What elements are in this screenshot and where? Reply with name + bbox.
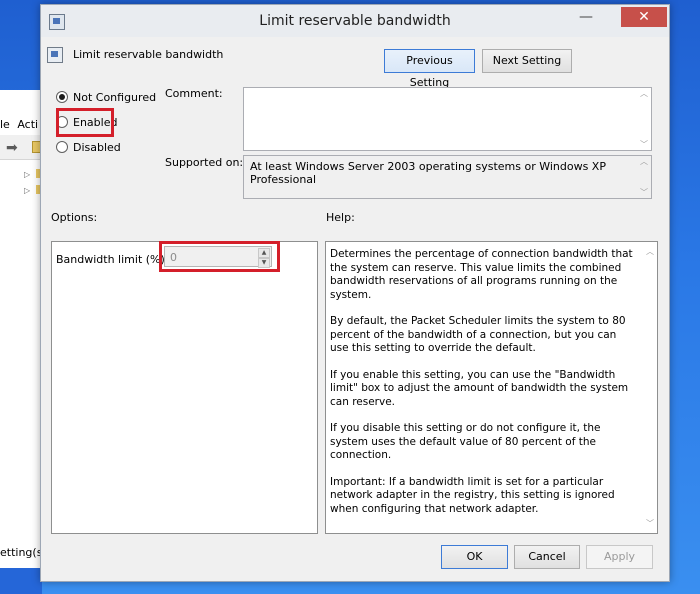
bandwidth-limit-label: Bandwidth limit (%): <box>56 253 169 266</box>
desktop-strip <box>0 568 42 594</box>
scroll-down-icon[interactable]: ﹀ <box>646 518 654 529</box>
help-paragraph: Important: If a bandwidth limit is set f… <box>330 475 615 515</box>
background-menu-item[interactable]: Acti <box>17 118 38 131</box>
background-menu-item[interactable]: le <box>0 118 10 131</box>
forward-arrow-icon[interactable]: ➡ <box>6 140 18 156</box>
options-pane: Bandwidth limit (%): 0 ▲ ▼ <box>51 241 318 534</box>
comment-textarea[interactable]: ︿ ﹀ <box>243 87 652 151</box>
scroll-down-icon[interactable]: ﹀ <box>640 187 648 198</box>
supported-on-value: At least Windows Server 2003 operating s… <box>250 160 606 186</box>
radio-not-configured[interactable]: Not Configured <box>56 88 156 106</box>
supported-scrollbar[interactable]: ︿ ﹀ <box>637 156 651 198</box>
comment-label: Comment: <box>165 87 223 100</box>
ok-button[interactable]: OK <box>441 545 508 569</box>
tree-expand-icon[interactable]: ▷ <box>24 170 30 179</box>
setting-name: Limit reservable bandwidth <box>73 48 224 61</box>
enabled-highlight-box <box>56 108 114 137</box>
scroll-down-icon[interactable]: ﹀ <box>640 139 648 150</box>
apply-button[interactable]: Apply <box>586 545 653 569</box>
previous-setting-button[interactable]: Previous Setting <box>384 49 475 89</box>
help-paragraph: If you enable this setting, you can use … <box>330 368 629 408</box>
radio-button[interactable] <box>56 91 68 103</box>
help-paragraph: Determines the percentage of connection … <box>330 248 633 301</box>
policy-icon <box>47 47 63 63</box>
background-menu: le Acti <box>0 118 42 131</box>
comment-scrollbar[interactable]: ︿ ﹀ <box>637 88 651 150</box>
help-pane: Determines the percentage of connection … <box>325 241 658 534</box>
radio-label: Not Configured <box>73 90 157 104</box>
supported-on-label: Supported on: <box>165 156 244 169</box>
next-setting-button[interactable]: Next Setting <box>482 49 572 73</box>
help-paragraph: By default, the Packet Scheduler limits … <box>330 315 626 354</box>
options-label: Options: <box>51 211 98 224</box>
background-toolbar: ➡ <box>0 135 43 160</box>
supported-on-field: At least Windows Server 2003 operating s… <box>243 155 652 199</box>
scroll-up-icon[interactable]: ︿ <box>640 156 648 167</box>
title-bar[interactable]: Limit reservable bandwidth — ✕ <box>41 5 669 37</box>
help-scrollbar[interactable]: ︿ ﹀ <box>643 242 657 533</box>
bandwidth-highlight-box <box>159 241 280 272</box>
scroll-up-icon[interactable]: ︿ <box>646 246 654 257</box>
help-paragraph: If you disable this setting or do not co… <box>330 422 601 461</box>
minimize-button[interactable]: — <box>573 7 599 29</box>
close-button[interactable]: ✕ <box>621 7 667 27</box>
tree-expand-icon[interactable]: ▷ <box>24 186 30 195</box>
policy-setting-dialog: Limit reservable bandwidth — ✕ Limit res… <box>40 4 670 582</box>
scroll-up-icon[interactable]: ︿ <box>640 88 648 99</box>
help-label: Help: <box>326 211 355 224</box>
radio-disabled[interactable]: Disabled <box>56 138 121 156</box>
background-window <box>0 90 43 568</box>
radio-label: Disabled <box>73 140 121 154</box>
radio-button[interactable] <box>56 141 68 153</box>
cancel-button[interactable]: Cancel <box>514 545 580 569</box>
